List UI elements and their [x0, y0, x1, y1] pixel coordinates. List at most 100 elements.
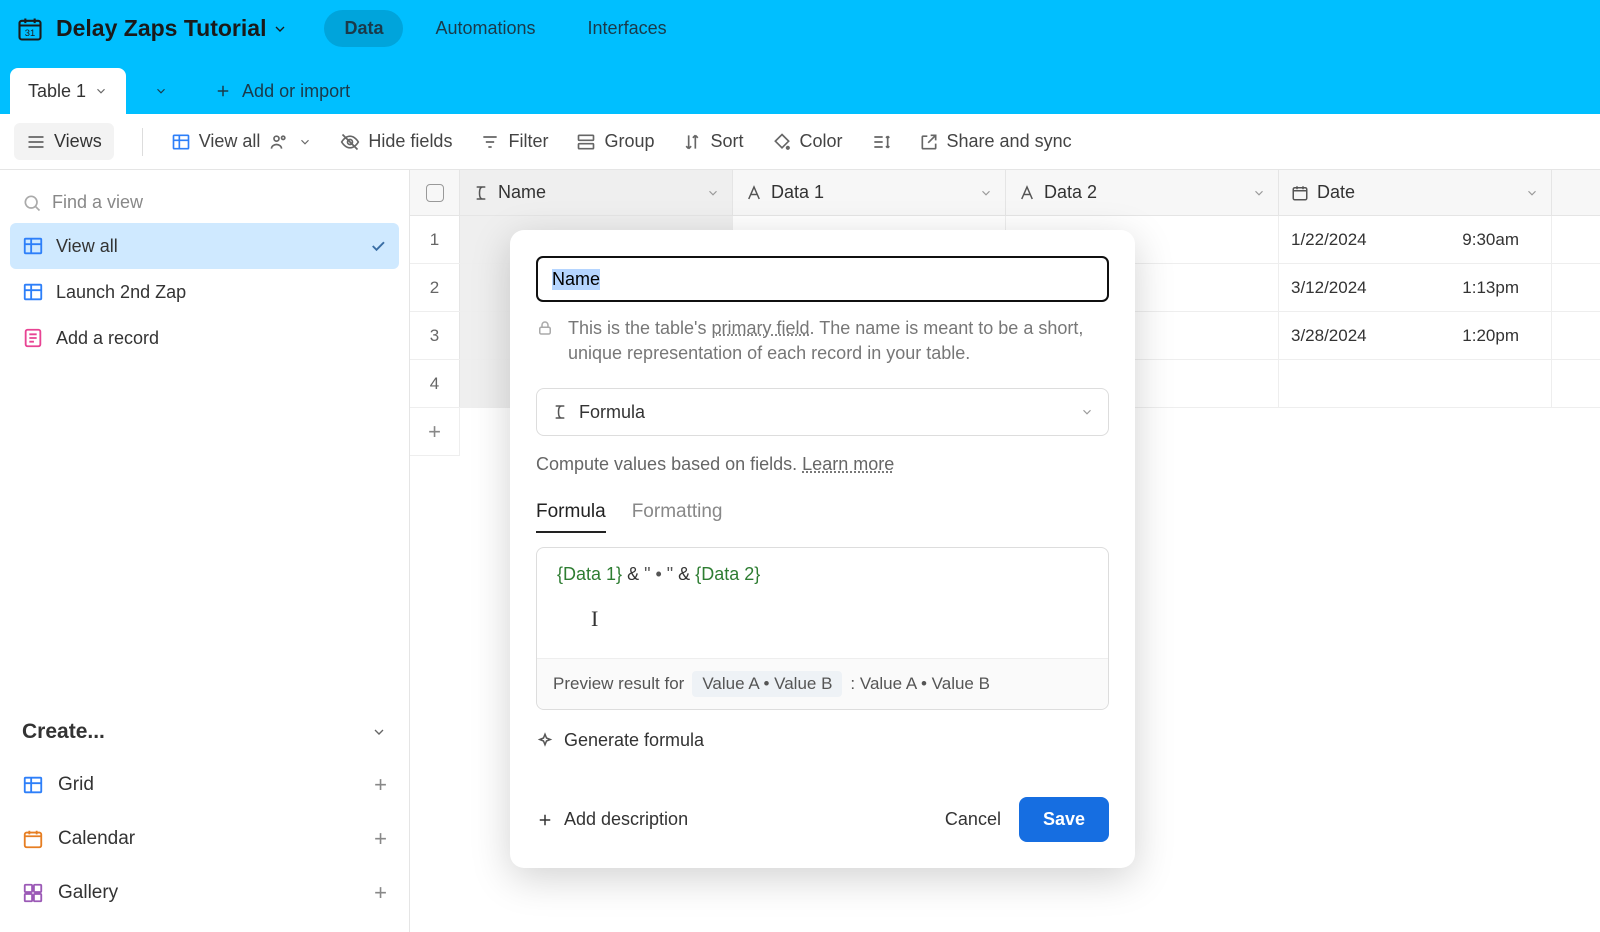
cell-date[interactable]: 1/22/2024 9:30am: [1279, 216, 1552, 263]
find-a-view-search[interactable]: Find a view: [10, 182, 399, 223]
create-gallery-view[interactable]: Gallery +: [10, 866, 399, 920]
sort-button[interactable]: Sort: [682, 131, 743, 152]
chevron-down-icon: [1252, 186, 1266, 200]
filter-label: Filter: [508, 131, 548, 152]
column-header-name[interactable]: Name: [460, 170, 733, 215]
sidebar-view-launch-2nd-zap[interactable]: Launch 2nd Zap: [10, 269, 399, 315]
group-button[interactable]: Group: [576, 131, 654, 152]
text-icon: [1018, 184, 1036, 202]
time-value: 9:30am: [1462, 230, 1539, 250]
hide-fields-button[interactable]: Hide fields: [340, 131, 452, 152]
create-header[interactable]: Create...: [10, 706, 399, 758]
chevron-down-icon: [706, 186, 720, 200]
column-header-data1[interactable]: Data 1: [733, 170, 1006, 215]
chevron-down-icon: [979, 186, 993, 200]
check-icon: [369, 237, 387, 255]
app-header: 31 Delay Zaps Tutorial Data Automations …: [0, 0, 1600, 57]
cancel-button[interactable]: Cancel: [927, 799, 1019, 840]
table-icon: [22, 235, 44, 257]
cell-date[interactable]: 3/12/2024 1:13pm: [1279, 264, 1552, 311]
learn-more-link[interactable]: Learn more: [802, 454, 894, 474]
sparkle-icon: [536, 732, 554, 750]
formula-editor[interactable]: {Data 1} & " • " & {Data 2} I: [537, 548, 1108, 658]
table-tabs-bar: Table 1 Add or import: [0, 57, 1600, 114]
row-number: 2: [410, 264, 460, 311]
share-icon: [919, 132, 939, 152]
subtab-formula[interactable]: Formula: [536, 501, 606, 533]
formula-icon: [551, 403, 569, 421]
lock-icon: [536, 319, 554, 337]
calendar-app-icon: 31: [16, 15, 44, 43]
filter-icon: [480, 132, 500, 152]
paint-bucket-icon: [772, 132, 792, 152]
table-tab-more[interactable]: [136, 68, 186, 114]
group-label: Group: [604, 131, 654, 152]
chevron-down-icon: [298, 135, 312, 149]
table-tab-active[interactable]: Table 1: [10, 68, 126, 114]
sidebar-add-record[interactable]: Add a record: [10, 315, 399, 361]
formula-icon: [472, 184, 490, 202]
primary-field-link[interactable]: primary field: [712, 318, 810, 338]
create-grid-view[interactable]: Grid +: [10, 758, 399, 812]
create-gallery-label: Gallery: [58, 882, 118, 904]
column-header-data2[interactable]: Data 2: [1006, 170, 1279, 215]
add-row-button[interactable]: +: [410, 408, 460, 456]
create-grid-label: Grid: [58, 774, 94, 796]
save-button[interactable]: Save: [1019, 797, 1109, 842]
row-number: 3: [410, 312, 460, 359]
nav-interfaces[interactable]: Interfaces: [568, 10, 687, 47]
color-label: Color: [800, 131, 843, 152]
view-switcher-label: View all: [199, 131, 261, 152]
table-icon: [22, 281, 44, 303]
date-value: 3/28/2024: [1291, 326, 1367, 346]
add-or-import-button[interactable]: Add or import: [196, 68, 368, 114]
share-sync-button[interactable]: Share and sync: [919, 131, 1072, 152]
column-data1-label: Data 1: [771, 182, 824, 203]
cell-date[interactable]: [1279, 360, 1552, 407]
column-name-label: Name: [498, 182, 546, 203]
formula-token-op: &: [622, 564, 644, 584]
color-button[interactable]: Color: [772, 131, 843, 152]
field-type-select[interactable]: Formula: [536, 388, 1109, 436]
views-toggle[interactable]: Views: [14, 123, 114, 160]
row-number: 4: [410, 360, 460, 407]
nav-automations[interactable]: Automations: [415, 10, 555, 47]
base-name-dropdown[interactable]: Delay Zaps Tutorial: [56, 15, 288, 42]
filter-button[interactable]: Filter: [480, 131, 548, 152]
gallery-icon: [22, 882, 44, 904]
chevron-down-icon: [1080, 405, 1094, 419]
create-header-label: Create...: [22, 720, 105, 744]
group-icon: [576, 132, 596, 152]
top-nav: Data Automations Interfaces: [324, 10, 686, 47]
date-value: 1/22/2024: [1291, 230, 1367, 250]
subtab-formatting[interactable]: Formatting: [632, 501, 723, 533]
popover-actions: Add description Cancel Save: [536, 797, 1109, 842]
time-value: 1:20pm: [1462, 326, 1539, 346]
column-header-date[interactable]: Date: [1279, 170, 1552, 215]
chevron-down-icon: [371, 724, 387, 740]
plus-icon: +: [374, 826, 387, 852]
people-icon: [268, 132, 290, 152]
view-switcher[interactable]: View all: [171, 131, 313, 152]
table-icon: [171, 132, 191, 152]
create-calendar-view[interactable]: Calendar +: [10, 812, 399, 866]
form-icon: [22, 327, 44, 349]
select-all-checkbox[interactable]: [410, 170, 460, 215]
calendar-icon: [1291, 184, 1309, 202]
view-label: Launch 2nd Zap: [56, 282, 186, 303]
field-name-input[interactable]: [536, 256, 1109, 302]
add-description-button[interactable]: Add description: [536, 809, 688, 830]
preview-label: Preview result for: [553, 674, 684, 694]
eye-off-icon: [340, 132, 360, 152]
cell-date[interactable]: 3/28/2024 1:20pm: [1279, 312, 1552, 359]
nav-data[interactable]: Data: [324, 10, 403, 47]
sidebar-view-all[interactable]: View all: [10, 223, 399, 269]
compute-note: Compute values based on fields. Learn mo…: [536, 454, 1109, 475]
plus-icon: +: [374, 880, 387, 906]
row-height-button[interactable]: [871, 132, 891, 152]
add-description-label: Add description: [564, 809, 688, 830]
generate-formula-button[interactable]: Generate formula: [536, 730, 1109, 751]
chevron-down-icon: [1525, 186, 1539, 200]
preview-chip: Value A • Value B: [692, 671, 842, 697]
views-sidebar: Find a view View all Launch 2nd Zap Add …: [0, 170, 410, 932]
